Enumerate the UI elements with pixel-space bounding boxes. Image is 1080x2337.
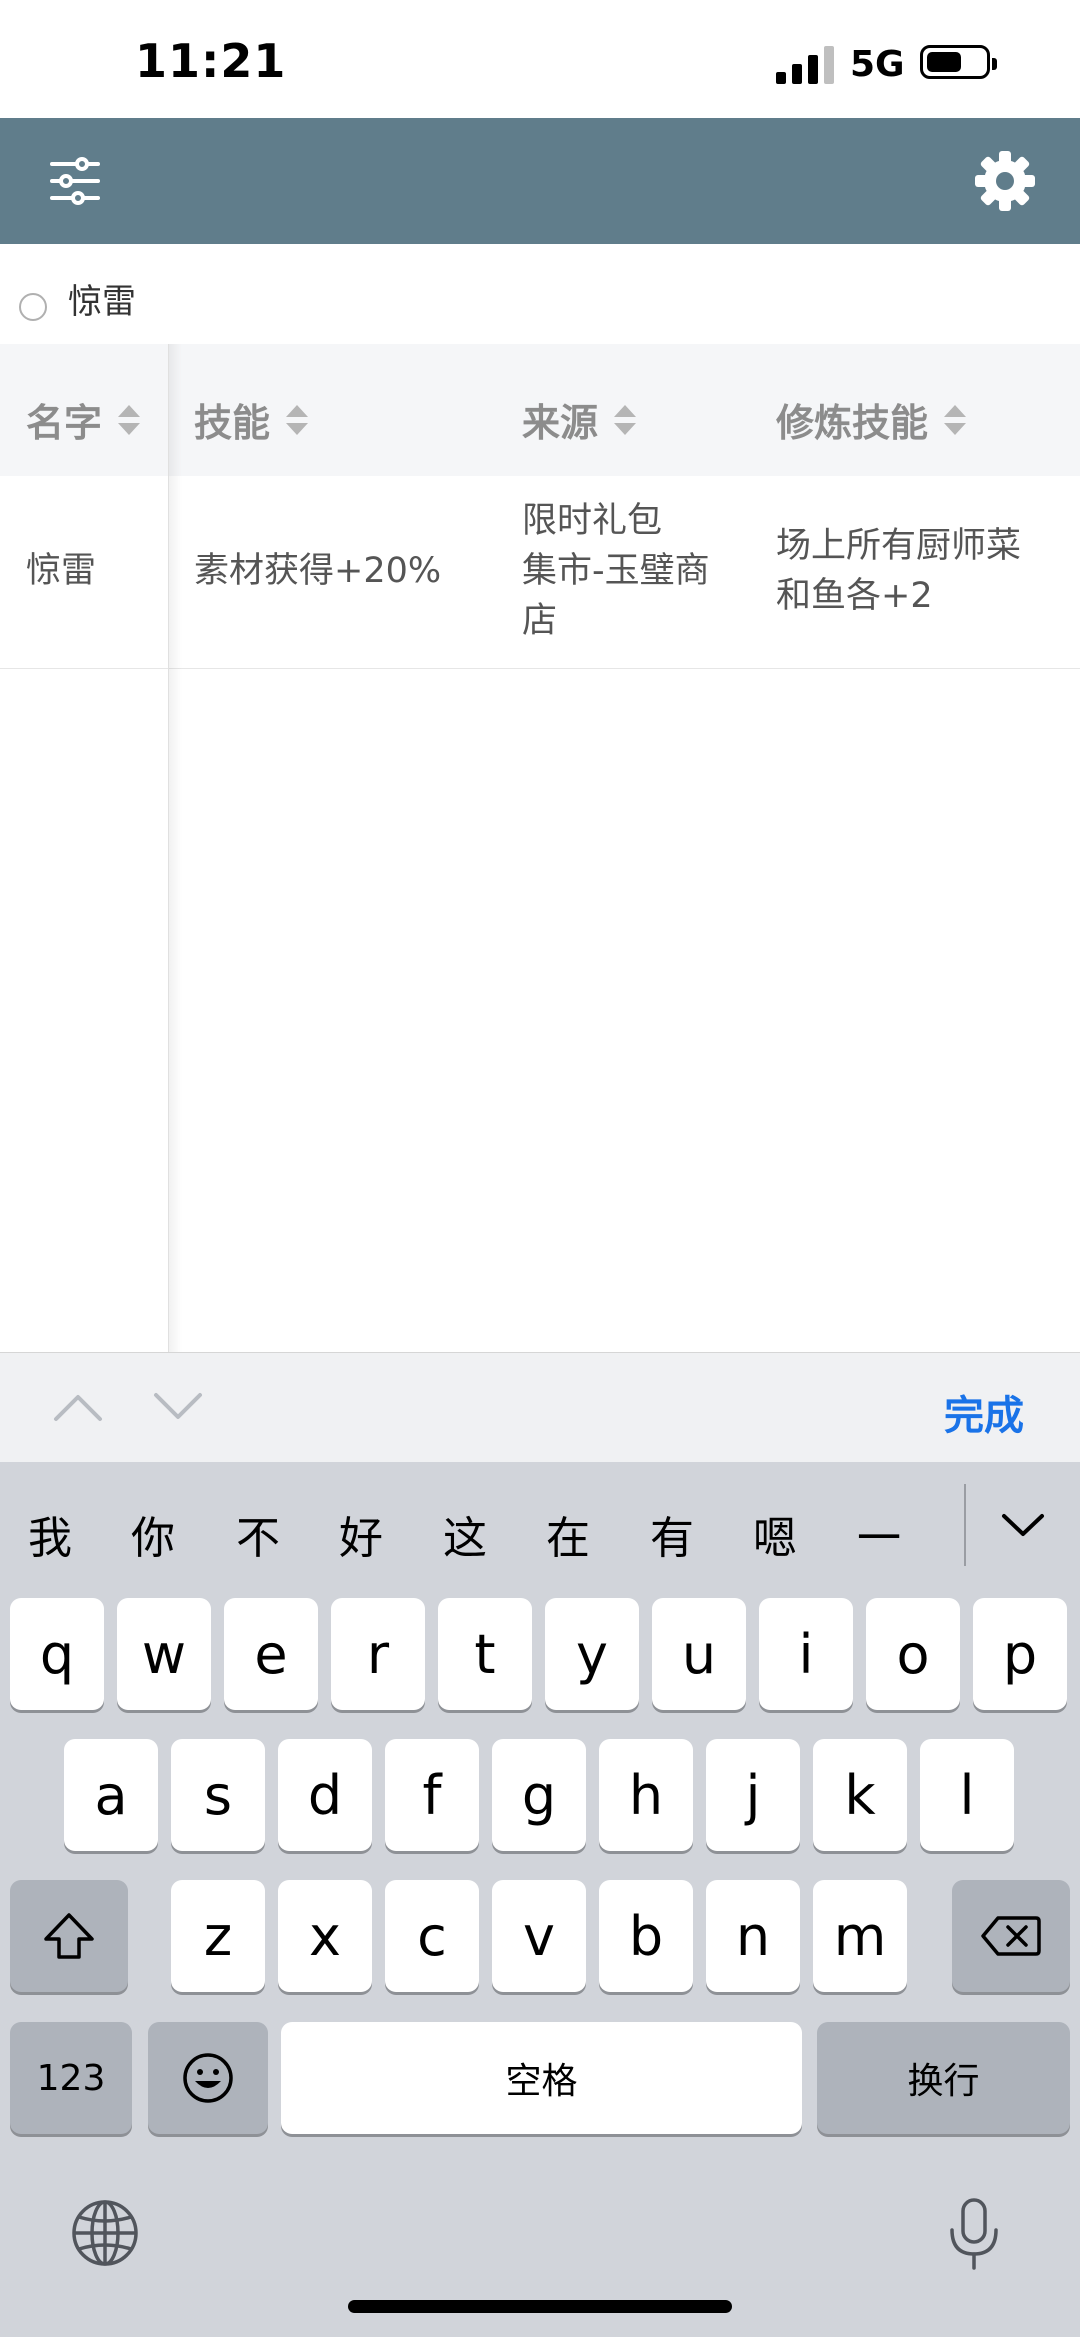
battery-icon	[920, 45, 997, 79]
candidate-item[interactable]: 这	[443, 1502, 487, 1566]
candidate-item[interactable]: 嗯	[753, 1502, 797, 1566]
key-v[interactable]: v	[492, 1880, 586, 1992]
candidate-item[interactable]: 我	[28, 1502, 72, 1566]
key-r[interactable]: r	[331, 1598, 425, 1710]
network-label: 5G	[850, 44, 905, 85]
sort-icon[interactable]	[118, 403, 141, 437]
candidate-item[interactable]: 好	[339, 1502, 383, 1566]
cell-name: 惊雷	[26, 551, 97, 591]
key-j[interactable]: j	[706, 1739, 800, 1851]
key-s[interactable]: s	[171, 1739, 265, 1851]
key-b[interactable]: b	[599, 1880, 693, 1992]
key-t[interactable]: t	[438, 1598, 532, 1710]
gear-icon[interactable]	[972, 148, 1038, 214]
status-bar: 11:21 5G	[0, 0, 1080, 118]
key-z[interactable]: z	[171, 1880, 265, 1992]
candidate-item[interactable]: 你	[131, 1502, 175, 1566]
column-header-source[interactable]: 来源	[522, 392, 637, 447]
sliders-icon[interactable]	[40, 148, 110, 214]
candidate-bar: 我 你 不 好 这 在 有 嗯 一	[0, 1462, 1080, 1592]
home-indicator[interactable]	[348, 2300, 732, 2313]
key-p[interactable]: p	[973, 1598, 1067, 1710]
key-n[interactable]: n	[706, 1880, 800, 1992]
key-c[interactable]: c	[385, 1880, 479, 1992]
results-table: 名字 技能 来源 修炼技能 惊雷 素材获得+20% 限时礼包 集市-玉璧商 店 …	[0, 344, 1080, 1352]
return-key[interactable]: 换行	[817, 2022, 1070, 2134]
emoji-key[interactable]	[148, 2022, 268, 2134]
chevron-down-icon[interactable]	[1000, 1510, 1046, 1540]
key-m[interactable]: m	[813, 1880, 907, 1992]
column-header-skill[interactable]: 技能	[194, 392, 309, 447]
key-g[interactable]: g	[492, 1739, 586, 1851]
key-h[interactable]: h	[599, 1739, 693, 1851]
sort-icon[interactable]	[614, 403, 637, 437]
globe-icon[interactable]	[70, 2198, 140, 2268]
table-row[interactable]: 惊雷 素材获得+20% 限时礼包 集市-玉璧商 店 场上所有厨师菜 和鱼各+2	[0, 476, 1080, 669]
key-e[interactable]: e	[224, 1598, 318, 1710]
candidate-item[interactable]: 不	[236, 1502, 280, 1566]
key-x[interactable]: x	[278, 1880, 372, 1992]
key-y[interactable]: y	[545, 1598, 639, 1710]
key-l[interactable]: l	[920, 1739, 1014, 1851]
chevron-up-icon[interactable]	[52, 1391, 104, 1423]
space-key[interactable]: 空格	[281, 2022, 802, 2134]
candidate-divider	[964, 1484, 966, 1566]
column-header-name[interactable]: 名字	[26, 392, 141, 447]
signal-icon	[776, 44, 834, 84]
cell-training: 场上所有厨师菜 和鱼各+2	[776, 526, 1022, 616]
key-a[interactable]: a	[64, 1739, 158, 1851]
key-w[interactable]: w	[117, 1598, 211, 1710]
fixed-column-shadow	[168, 344, 182, 1352]
key-u[interactable]: u	[652, 1598, 746, 1710]
search-icon	[19, 293, 47, 321]
shift-icon	[44, 1913, 94, 1959]
key-q[interactable]: q	[10, 1598, 104, 1710]
chevron-down-icon[interactable]	[152, 1391, 204, 1423]
cell-skill: 素材获得+20%	[194, 551, 442, 591]
column-header-training[interactable]: 修炼技能	[776, 392, 967, 447]
candidate-item[interactable]: 在	[546, 1502, 590, 1566]
key-k[interactable]: k	[813, 1739, 907, 1851]
key-d[interactable]: d	[278, 1739, 372, 1851]
done-button[interactable]: 完成	[944, 1383, 1024, 1441]
keyboard-accessory-bar: 完成	[0, 1352, 1080, 1463]
backspace-icon	[981, 1916, 1041, 1956]
key-i[interactable]: i	[759, 1598, 853, 1710]
sort-icon[interactable]	[286, 403, 309, 437]
app-header	[0, 118, 1080, 244]
emoji-icon	[183, 2053, 233, 2103]
search-bar[interactable]: 惊雷	[0, 244, 1080, 344]
key-f[interactable]: f	[385, 1739, 479, 1851]
shift-key[interactable]	[10, 1880, 128, 1992]
delete-key[interactable]	[952, 1880, 1070, 1992]
key-o[interactable]: o	[866, 1598, 960, 1710]
status-time: 11:21	[135, 34, 287, 88]
numbers-key[interactable]: 123	[10, 2022, 132, 2134]
cell-source: 限时礼包 集市-玉璧商 店	[522, 501, 710, 641]
table-header: 名字 技能 来源 修炼技能	[0, 344, 1080, 477]
candidate-item[interactable]: 有	[650, 1502, 694, 1566]
search-input[interactable]: 惊雷	[68, 274, 136, 323]
candidate-item[interactable]: 一	[857, 1502, 901, 1566]
sort-icon[interactable]	[944, 403, 967, 437]
microphone-icon[interactable]	[944, 2196, 1004, 2272]
